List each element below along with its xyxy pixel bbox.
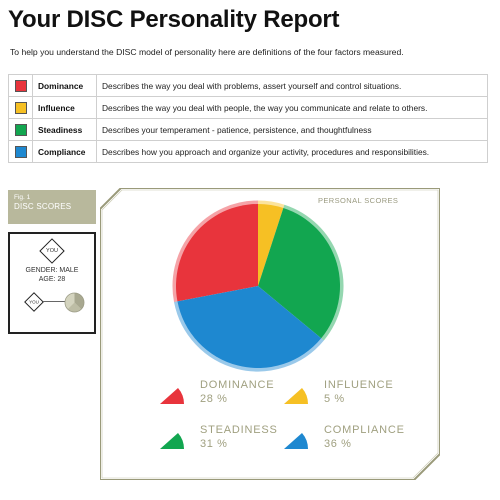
influence-swatch-icon xyxy=(14,101,27,114)
you-marker-icon: YOU xyxy=(24,292,44,312)
figure-title: DISC SCORES xyxy=(14,202,72,211)
legend-value: 36 % xyxy=(324,438,352,450)
figure-number: Fig. 1 xyxy=(14,194,31,201)
legend-value: 5 % xyxy=(324,393,345,405)
factor-name: Compliance xyxy=(32,140,97,163)
dominance-wedge-icon xyxy=(160,388,185,404)
legend-value: 31 % xyxy=(200,438,228,450)
profile-card: YOU GENDER: MALE AGE: 28 YOU xyxy=(8,232,96,334)
factor-description: Describes the way you deal with people, … xyxy=(96,96,488,119)
factor-name: Dominance xyxy=(32,74,97,97)
factor-definitions-table: Dominance Describes the way you deal wit… xyxy=(8,74,488,163)
connector-line xyxy=(43,301,65,302)
intro-text: To help you understand the DISC model of… xyxy=(10,47,404,57)
table-row: Steadiness Describes your temperament - … xyxy=(8,118,488,141)
figure-label: Fig. 1 DISC SCORES xyxy=(8,190,96,224)
legend-label: STEADINESS xyxy=(200,424,278,436)
report-title: Your DISC Personality Report xyxy=(8,6,340,33)
dominance-swatch-icon xyxy=(14,79,27,92)
factor-description: Describes your temperament - patience, p… xyxy=(96,118,488,141)
steadiness-wedge-icon xyxy=(160,433,185,449)
personal-scores-label: PERSONAL SCORES xyxy=(318,196,399,205)
factor-name: Steadiness xyxy=(32,118,97,141)
influence-wedge-icon xyxy=(284,388,309,404)
legend-value: 28 % xyxy=(200,393,228,405)
gender-text: GENDER: MALE xyxy=(25,267,79,274)
chart-frame xyxy=(100,188,440,480)
table-row: Influence Describes the way you deal wit… xyxy=(8,96,488,119)
disc-scores-chart-panel: PERSONAL SCORES DOMINANCE 28 % INFLUENCE… xyxy=(100,188,440,480)
age-text: AGE: 28 xyxy=(38,276,66,283)
legend-label: DOMINANCE xyxy=(200,379,275,391)
table-row: Compliance Describes how you approach an… xyxy=(8,140,488,163)
you-marker-label: YOU xyxy=(29,299,39,305)
legend-label: INFLUENCE xyxy=(324,379,394,391)
legend-label: COMPLIANCE xyxy=(324,424,405,436)
compliance-swatch-icon xyxy=(14,145,27,158)
mini-pie-icon xyxy=(64,292,85,313)
pie-chart xyxy=(172,200,344,372)
factor-description: Describes the way you deal with problems… xyxy=(96,74,488,97)
you-label: YOU xyxy=(46,248,58,254)
table-row: Dominance Describes the way you deal wit… xyxy=(8,74,488,97)
compliance-wedge-icon xyxy=(284,433,309,449)
you-diamond-icon: YOU xyxy=(39,238,65,264)
profile-info: GENDER: MALE AGE: 28 xyxy=(10,266,94,284)
factor-description: Describes how you approach and organize … xyxy=(96,140,488,163)
steadiness-swatch-icon xyxy=(14,123,27,136)
factor-name: Influence xyxy=(32,96,97,119)
